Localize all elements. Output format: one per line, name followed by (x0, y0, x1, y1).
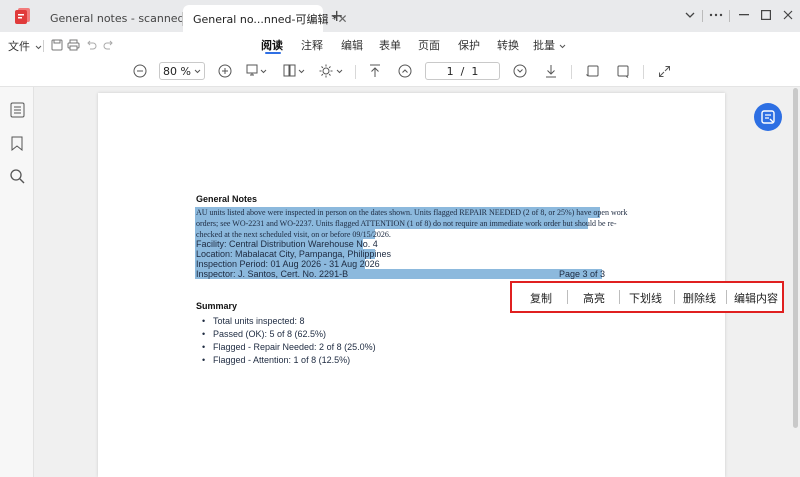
tab-form[interactable]: 表单 (379, 37, 401, 53)
tab-batch-label: 批量 (533, 39, 555, 52)
inspector-line[interactable]: Inspector: J. Santos, Cert. No. 2291-B (196, 269, 348, 279)
window-divider (702, 10, 703, 22)
menu-divider (726, 290, 727, 304)
rotate-left-icon[interactable] (585, 62, 601, 80)
left-sidebar (0, 87, 34, 477)
paragraph-line[interactable]: orders; see WO-2231 and WO-2237. Units f… (196, 219, 616, 228)
print-icon[interactable] (66, 36, 80, 54)
app-logo-icon (14, 7, 32, 25)
previous-page-icon[interactable] (397, 62, 413, 80)
toolbar-divider (355, 65, 356, 79)
summary-item: Total units inspected: 8 (213, 316, 305, 326)
copy-button[interactable]: 复制 (530, 290, 552, 306)
thumbnails-icon[interactable] (8, 101, 26, 119)
title-bar: General notes - scanned General no...nne… (0, 0, 800, 32)
tab-general-notes-editable[interactable]: General no...nned-可编辑 * ✕ (183, 5, 348, 32)
tab-annotate[interactable]: 注释 (301, 37, 323, 53)
chevron-down-icon (35, 45, 41, 50)
highlight-button[interactable]: 高亮 (583, 290, 605, 306)
tab-protect[interactable]: 保护 (458, 37, 480, 53)
tab-read[interactable]: 阅读 (261, 37, 283, 53)
redo-icon[interactable] (102, 36, 116, 54)
zoom-select[interactable]: 80 % (159, 62, 205, 80)
summary-title: Summary (196, 301, 238, 311)
tab-batch[interactable]: 批量 (533, 37, 566, 53)
file-menu-label: 文件 (8, 40, 30, 53)
strikethrough-button[interactable]: 删除线 (683, 290, 716, 306)
tab-label: General no...nned-可编辑 * (193, 12, 338, 26)
search-icon[interactable] (8, 167, 26, 185)
brightness-icon[interactable] (318, 62, 344, 80)
page-number-input[interactable]: 1 / 1 (425, 62, 500, 80)
active-tab-indicator (265, 52, 281, 54)
toolbar: 80 % 1 / 1 (0, 58, 800, 87)
tab-general-notes-scanned[interactable]: General notes - scanned (40, 5, 185, 32)
summary-bullet: • (202, 316, 206, 326)
tab-convert[interactable]: 转换 (497, 37, 519, 53)
summary-bullet: • (202, 355, 206, 365)
maximize-icon[interactable] (756, 6, 776, 24)
chevron-down-icon[interactable] (680, 6, 700, 24)
save-icon[interactable] (50, 36, 64, 54)
facility-line[interactable]: Facility: Central Distribution Warehouse… (196, 239, 378, 249)
menu-divider (43, 40, 44, 52)
menu-divider (674, 290, 675, 304)
bookmark-icon[interactable] (8, 134, 26, 152)
location-line[interactable]: Location: Mabalacat City, Pampanga, Phil… (196, 249, 391, 259)
chevron-down-icon (194, 69, 201, 73)
menu-divider (567, 290, 568, 304)
inspection-period-line[interactable]: Inspection Period: 01 Aug 2026 - 31 Aug … (196, 259, 380, 269)
last-page-icon[interactable] (543, 62, 559, 80)
toolbar-divider (643, 65, 644, 79)
paragraph-line[interactable]: checked at the next scheduled visit, on … (196, 230, 391, 239)
more-options-icon[interactable] (706, 6, 726, 24)
first-page-icon[interactable] (367, 62, 383, 80)
page-layout-icon[interactable] (282, 62, 306, 80)
summary-item: Flagged - Repair Needed: 2 of 8 (25.0%) (213, 342, 376, 352)
menu-bar: 文件 阅读 注释 编辑 表单 页面 保护 转换 批量 (0, 32, 800, 58)
toolbar-divider (571, 65, 572, 79)
zoom-in-icon[interactable] (217, 62, 233, 80)
document-heading: General Notes (196, 194, 258, 204)
summary-item: Passed (OK): 5 of 8 (62.5%) (213, 329, 327, 339)
tab-edit[interactable]: 编辑 (341, 37, 363, 53)
vertical-scrollbar[interactable] (793, 88, 798, 428)
page-footer-label[interactable]: Page 3 of 3 (559, 269, 605, 279)
select-tool-icon[interactable] (244, 62, 268, 80)
tab-page[interactable]: 页面 (418, 37, 440, 53)
file-menu[interactable]: 文件 (8, 38, 42, 54)
underline-button[interactable]: 下划线 (629, 290, 662, 306)
edit-content-button[interactable]: 编辑内容 (734, 290, 778, 306)
assistant-icon (761, 110, 775, 124)
summary-item: Flagged - Attention: 1 of 8 (12.5%) (213, 355, 351, 365)
zoom-value: 80 % (163, 64, 191, 78)
close-window-icon[interactable] (778, 6, 798, 24)
summary-bullet: • (202, 342, 206, 352)
tab-label: General notes - scanned (50, 12, 185, 25)
paragraph-line[interactable]: AU units listed above were inspected in … (196, 208, 627, 217)
next-page-icon[interactable] (512, 62, 528, 80)
undo-icon[interactable] (84, 36, 98, 54)
zoom-out-icon[interactable] (132, 62, 148, 80)
window-divider (729, 10, 730, 22)
selection-context-menu: 复制 高亮 下划线 删除线 编辑内容 (510, 281, 784, 313)
chevron-down-icon (559, 44, 565, 49)
ai-assistant-button[interactable] (754, 103, 782, 131)
menu-divider (619, 290, 620, 304)
new-tab-button[interactable]: + (330, 6, 343, 25)
summary-bullet: • (202, 329, 206, 339)
minimize-icon[interactable] (734, 6, 754, 24)
fullscreen-icon[interactable] (656, 62, 672, 80)
rotate-right-icon[interactable] (615, 62, 631, 80)
